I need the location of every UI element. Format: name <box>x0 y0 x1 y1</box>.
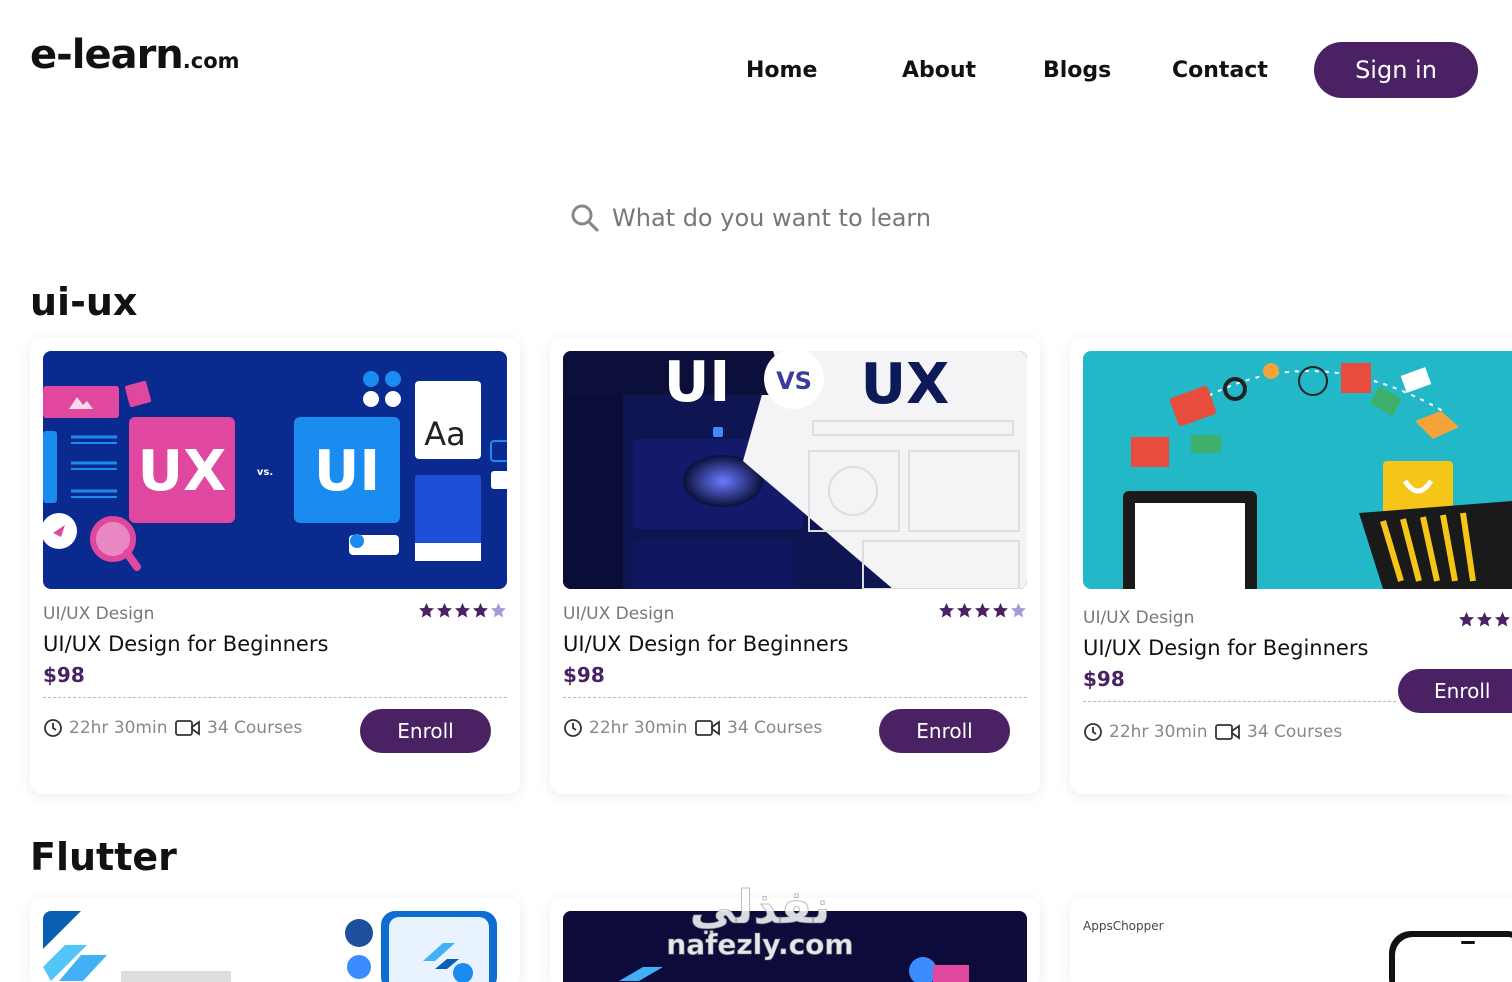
enroll-button[interactable]: Enroll <box>879 709 1010 753</box>
clock-icon <box>44 719 62 737</box>
video-icon <box>695 720 720 736</box>
enroll-button[interactable]: Enroll <box>360 709 491 753</box>
course-duration: 22hr 30min <box>563 718 688 738</box>
courses-text: 34 Courses <box>727 718 823 738</box>
rating-stars <box>938 602 1027 619</box>
clock-icon <box>564 719 582 737</box>
star-filled-icon <box>1477 612 1492 627</box>
thumb-vs-label: vs. <box>257 467 273 478</box>
thumbnail-illustration <box>563 911 1027 982</box>
thumb-vs-label: VS <box>776 367 812 395</box>
course-count: 34 Courses <box>175 718 302 738</box>
enroll-button[interactable]: Enroll <box>1398 669 1512 713</box>
star-filled-icon <box>993 603 1008 618</box>
thumbnail-illustration <box>1123 363 1512 589</box>
course-card: UX vs. UI Aa UI/UX Design UI/UX Design f… <box>30 338 520 794</box>
courses-text: 34 Courses <box>207 718 303 738</box>
star-empty-icon <box>491 603 506 618</box>
star-filled-icon <box>419 603 434 618</box>
course-card: UI VS UX UI/UX Design UI/UX Design for B… <box>550 338 1040 794</box>
sign-in-button[interactable]: Sign in <box>1314 42 1478 98</box>
course-category: UI/UX Design <box>563 604 675 624</box>
phone-illustration <box>1389 931 1512 982</box>
star-filled-icon <box>957 603 972 618</box>
search-icon <box>571 204 599 232</box>
nav-blogs[interactable]: Blogs <box>1043 58 1111 83</box>
search-bar <box>570 198 990 238</box>
course-card <box>30 898 520 982</box>
section-title-ui-ux: ui-ux <box>30 280 138 324</box>
course-duration: 22hr 30min <box>43 718 168 738</box>
duration-text: 22hr 30min <box>69 718 168 738</box>
course-title[interactable]: UI/UX Design for Beginners <box>1083 636 1368 660</box>
star-filled-icon <box>437 603 452 618</box>
course-category: UI/UX Design <box>43 604 155 624</box>
thumb-ux-label: UX <box>138 439 227 504</box>
card-divider <box>1083 701 1396 702</box>
thumbnail-illustration <box>43 911 497 982</box>
course-card <box>550 898 1040 982</box>
course-count: 34 Courses <box>1215 722 1342 742</box>
site-logo[interactable]: e-learn.com <box>30 32 240 78</box>
course-thumbnail: AppsChopper <box>1083 911 1512 982</box>
star-filled-icon <box>455 603 470 618</box>
course-card: AppsChopper <box>1070 898 1512 982</box>
course-thumbnail <box>563 911 1027 982</box>
nav-about[interactable]: About <box>902 58 976 83</box>
course-price: $98 <box>43 663 85 687</box>
course-price: $98 <box>1083 667 1125 691</box>
thumb-ui-label: UI <box>664 351 730 415</box>
video-icon <box>1215 724 1240 740</box>
star-filled-icon <box>473 603 488 618</box>
duration-text: 22hr 30min <box>589 718 688 738</box>
course-price: $98 <box>563 663 605 687</box>
star-filled-icon <box>1459 612 1474 627</box>
course-thumbnail <box>43 911 507 982</box>
course-thumbnail: UI VS UX <box>563 351 1027 589</box>
course-duration: 22hr 30min <box>1083 722 1208 742</box>
thumb-aa-label: Aa <box>424 415 466 453</box>
nav-home[interactable]: Home <box>746 58 817 83</box>
search-input[interactable] <box>612 204 972 232</box>
star-filled-icon <box>939 603 954 618</box>
video-icon <box>175 720 200 736</box>
course-title[interactable]: UI/UX Design for Beginners <box>43 632 328 656</box>
thumb-ui-label: UI <box>314 439 380 504</box>
course-thumbnail <box>1083 351 1512 589</box>
course-thumbnail: UX vs. UI Aa <box>43 351 507 589</box>
thumbnail-illustration: UX vs. UI Aa <box>43 371 507 571</box>
star-filled-icon <box>975 603 990 618</box>
duration-text: 22hr 30min <box>1109 722 1208 742</box>
thumb-ux-label: UX <box>861 352 950 417</box>
star-empty-icon <box>1011 603 1026 618</box>
clock-icon <box>1084 723 1102 741</box>
star-filled-icon <box>1495 612 1510 627</box>
thumbnail-illustration: UI VS UX <box>563 351 1027 589</box>
rating-stars <box>1458 611 1511 628</box>
courses-text: 34 Courses <box>1247 722 1343 742</box>
course-count: 34 Courses <box>695 718 822 738</box>
course-category: UI/UX Design <box>1083 608 1195 628</box>
section-title-flutter: Flutter <box>30 835 177 879</box>
rating-stars <box>418 602 507 619</box>
card-divider <box>43 697 507 698</box>
card-divider <box>563 697 1027 698</box>
course-title[interactable]: UI/UX Design for Beginners <box>563 632 848 656</box>
nav-contact[interactable]: Contact <box>1172 58 1268 83</box>
course-card: UI/UX Design UI/UX Design for Beginners … <box>1070 338 1512 794</box>
